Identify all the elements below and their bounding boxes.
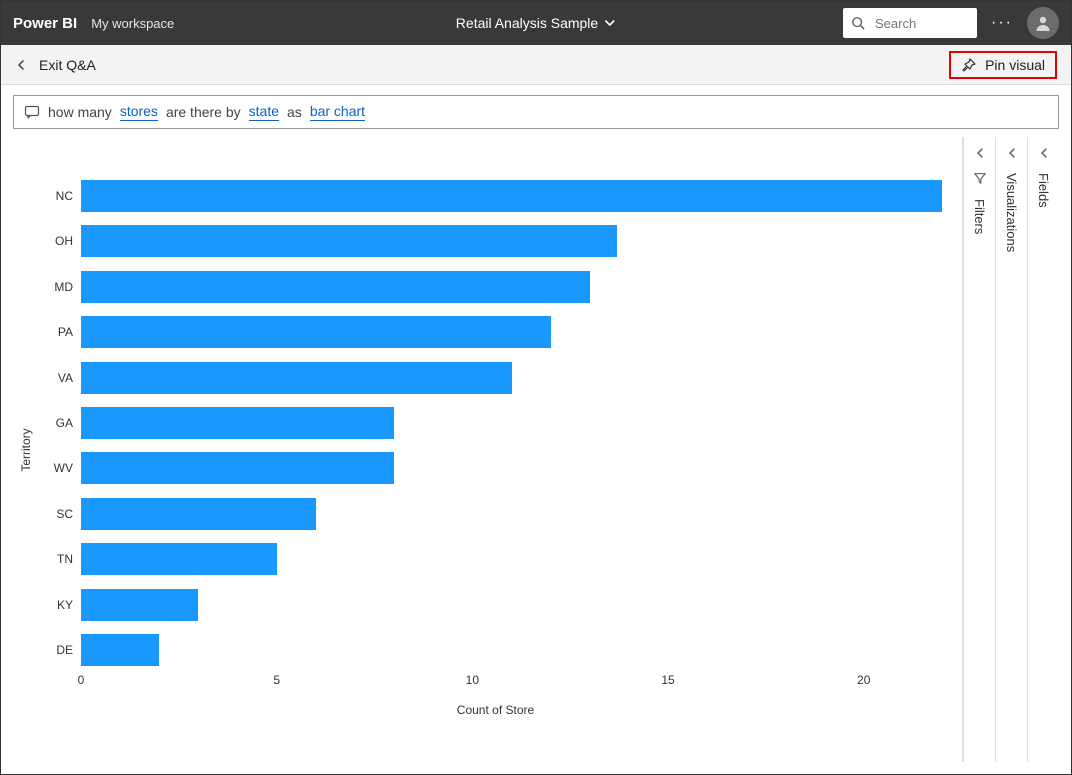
search-icon <box>851 16 865 30</box>
bar[interactable] <box>81 589 198 621</box>
brand-label: Power BI <box>13 15 77 32</box>
search-box[interactable] <box>843 8 977 38</box>
user-avatar[interactable] <box>1027 7 1059 39</box>
workspace-link[interactable]: My workspace <box>91 16 174 31</box>
pin-visual-button[interactable]: Pin visual <box>949 51 1057 79</box>
category-label: MD <box>51 280 81 294</box>
top-bar: Power BI My workspace Retail Analysis Sa… <box>1 1 1071 45</box>
chevron-down-icon <box>604 17 616 29</box>
bar[interactable] <box>81 225 617 257</box>
search-input[interactable] <box>873 15 963 32</box>
bar[interactable] <box>81 271 590 303</box>
exit-qna-button[interactable]: Exit Q&A <box>15 57 96 73</box>
bar-row: SC <box>81 498 942 530</box>
category-label: TN <box>51 552 81 566</box>
visualizations-pane-label: Visualizations <box>1004 173 1019 252</box>
y-axis-label: Territory <box>19 428 33 471</box>
query-token: as <box>287 104 302 120</box>
secondary-bar: Exit Q&A Pin visual <box>1 45 1071 85</box>
report-title-dropdown[interactable]: Retail Analysis Sample <box>456 15 616 31</box>
bar[interactable] <box>81 362 512 394</box>
bar-row: GA <box>81 407 942 439</box>
x-tick: 5 <box>273 673 280 687</box>
bar[interactable] <box>81 634 159 666</box>
bar[interactable] <box>81 316 551 348</box>
category-label: SC <box>51 507 81 521</box>
query-token: are there by <box>166 104 241 120</box>
more-options-button[interactable]: ··· <box>987 14 1017 32</box>
chevron-left-icon <box>15 59 27 71</box>
bar-row: WV <box>81 452 942 484</box>
category-label: KY <box>51 598 81 612</box>
exit-qna-label: Exit Q&A <box>39 57 96 73</box>
x-axis-label: Count of Store <box>49 703 942 717</box>
query-token: how many <box>48 104 112 120</box>
filters-pane-label: Filters <box>972 199 987 234</box>
x-tick: 10 <box>466 673 479 687</box>
bar-row: DE <box>81 634 942 666</box>
bar[interactable] <box>81 498 316 530</box>
chart-area: Territory NC OH MD PA VA GA WV SC TN KY DE 0 5 10 15 2… <box>13 137 963 762</box>
bar-row: TN <box>81 543 942 575</box>
x-tick: 20 <box>857 673 870 687</box>
visualizations-pane-collapsed[interactable]: Visualizations <box>995 137 1027 762</box>
app-root: Power BI My workspace Retail Analysis Sa… <box>0 0 1072 775</box>
x-tick: 15 <box>661 673 674 687</box>
bar-row: KY <box>81 589 942 621</box>
fields-pane-label: Fields <box>1036 173 1051 208</box>
category-label: WV <box>51 461 81 475</box>
pin-icon <box>961 57 977 73</box>
bar[interactable] <box>81 543 277 575</box>
bars-container: NC OH MD PA VA GA WV SC TN KY DE <box>81 173 942 673</box>
x-tick: 0 <box>78 673 85 687</box>
category-label: PA <box>51 325 81 339</box>
x-axis: 0 5 10 15 20 <box>81 673 942 699</box>
chat-icon <box>24 104 40 120</box>
category-label: VA <box>51 371 81 385</box>
bar-row: OH <box>81 225 942 257</box>
bar-row: VA <box>81 362 942 394</box>
bar[interactable] <box>81 407 394 439</box>
filters-pane-collapsed[interactable]: Filters <box>963 137 995 762</box>
category-label: NC <box>51 189 81 203</box>
body: Territory NC OH MD PA VA GA WV SC TN KY DE 0 5 10 15 2… <box>13 137 1059 762</box>
query-token-highlight: bar chart <box>310 103 365 121</box>
chevron-left-icon <box>1038 147 1050 159</box>
qna-query-input[interactable]: how many stores are there by state as ba… <box>13 95 1059 129</box>
fields-pane-collapsed[interactable]: Fields <box>1027 137 1059 762</box>
category-label: DE <box>51 643 81 657</box>
bar-row: MD <box>81 271 942 303</box>
bar[interactable] <box>81 452 394 484</box>
query-token-highlight: stores <box>120 103 158 121</box>
filter-icon <box>973 171 987 185</box>
bar-row: PA <box>81 316 942 348</box>
category-label: GA <box>51 416 81 430</box>
chevron-left-icon <box>1006 147 1018 159</box>
top-bar-right: ··· <box>843 7 1059 39</box>
query-token-highlight: state <box>249 103 279 121</box>
chart-plot[interactable]: NC OH MD PA VA GA WV SC TN KY DE 0 5 10 15 20 <box>81 159 942 699</box>
category-label: OH <box>51 234 81 248</box>
report-title-text: Retail Analysis Sample <box>456 15 598 31</box>
bar[interactable] <box>81 180 942 212</box>
chevron-left-icon <box>974 147 986 159</box>
bar-row: NC <box>81 180 942 212</box>
pin-visual-label: Pin visual <box>985 57 1045 73</box>
